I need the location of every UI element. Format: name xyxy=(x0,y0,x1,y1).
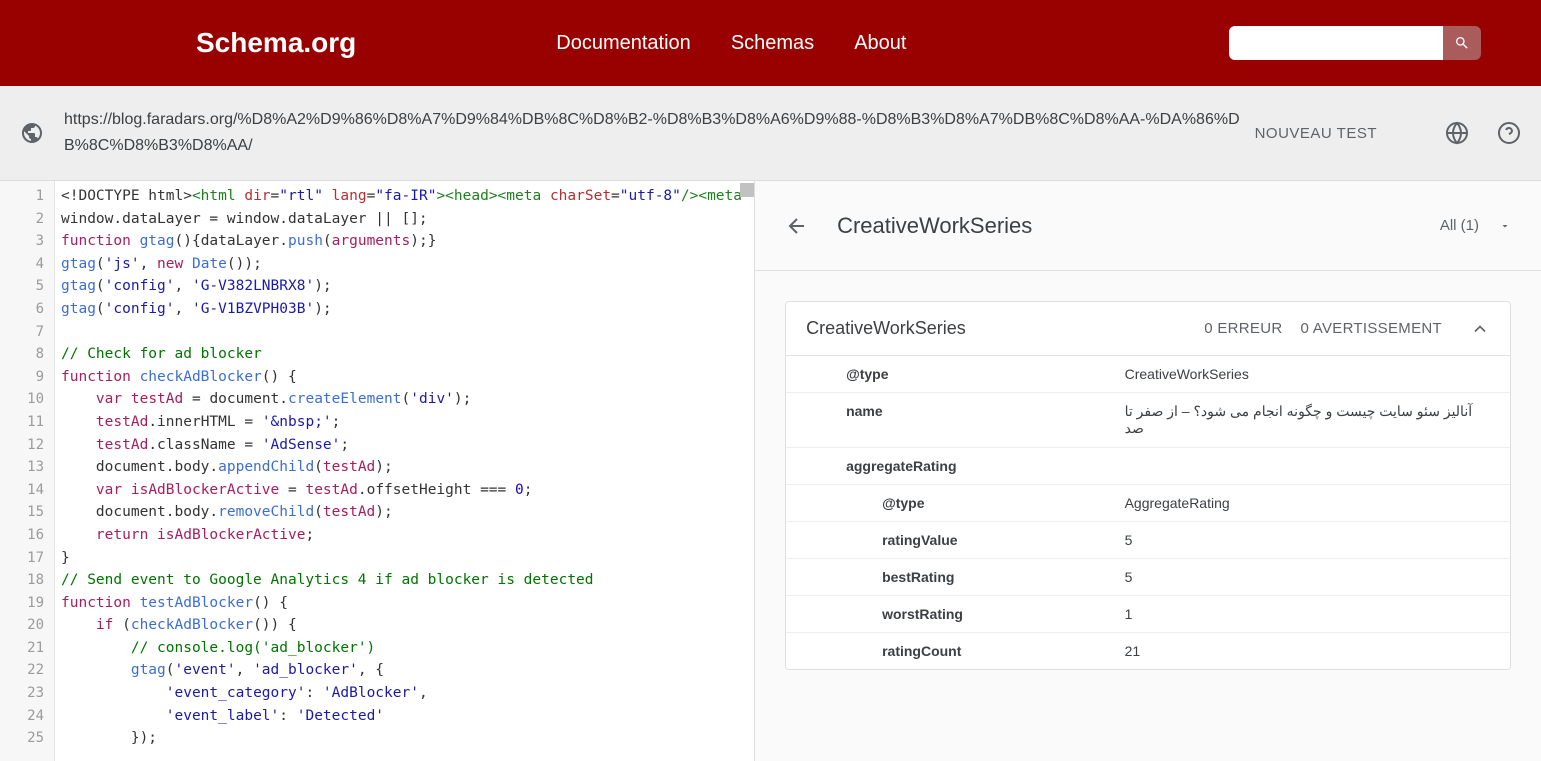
line-number: 12 xyxy=(0,434,54,457)
line-number: 1 xyxy=(0,185,54,208)
property-key: name xyxy=(806,403,883,419)
line-number: 2 xyxy=(0,208,54,231)
back-arrow-icon[interactable] xyxy=(785,214,809,238)
search-button[interactable] xyxy=(1443,26,1481,60)
search-input[interactable] xyxy=(1229,26,1443,60)
line-number: 21 xyxy=(0,637,54,660)
scrollbar-thumb[interactable] xyxy=(740,183,754,197)
card-header[interactable]: CreativeWorkSeries 0 ERREUR 0 AVERTISSEM… xyxy=(786,302,1510,356)
result-card: CreativeWorkSeries 0 ERREUR 0 AVERTISSEM… xyxy=(785,301,1511,670)
line-number: 25 xyxy=(0,727,54,750)
line-number: 16 xyxy=(0,524,54,547)
line-number: 13 xyxy=(0,456,54,479)
line-number: 23 xyxy=(0,682,54,705)
line-number: 10 xyxy=(0,388,54,411)
table-row[interactable]: bestRating 5 xyxy=(786,559,1510,596)
property-value xyxy=(1105,448,1510,485)
warning-count: 0 AVERTISSEMENT xyxy=(1300,320,1442,337)
main-nav: Documentation Schemas About xyxy=(556,32,1229,55)
line-number: 14 xyxy=(0,479,54,502)
properties-table: @type CreativeWorkSeries name آنالیز سئو سا… xyxy=(786,356,1510,669)
property-key: aggregateRating xyxy=(806,458,956,474)
table-row[interactable]: @type CreativeWorkSeries xyxy=(786,356,1510,393)
line-number: 4 xyxy=(0,253,54,276)
line-number: 3 xyxy=(0,230,54,253)
line-number: 7 xyxy=(0,321,54,344)
filter-label: All (1) xyxy=(1440,217,1479,234)
chevron-down-icon xyxy=(1499,220,1511,232)
table-row[interactable]: ratingValue 5 xyxy=(786,522,1510,559)
line-number: 24 xyxy=(0,705,54,728)
language-icon[interactable] xyxy=(1445,121,1469,145)
property-key: ratingValue xyxy=(806,532,957,548)
table-row[interactable]: aggregateRating xyxy=(786,448,1510,485)
results-header: CreativeWorkSeries All (1) xyxy=(755,181,1541,271)
line-number: 17 xyxy=(0,547,54,570)
nav-documentation[interactable]: Documentation xyxy=(556,32,691,55)
property-key: @type xyxy=(806,495,924,511)
table-row[interactable]: name آنالیز سئو سایت چیست و چگونه انجام م… xyxy=(786,393,1510,448)
filter-dropdown[interactable]: All (1) xyxy=(1440,217,1511,234)
globe-icon xyxy=(20,121,44,145)
table-row[interactable]: ratingCount 21 xyxy=(786,633,1510,670)
line-number: 11 xyxy=(0,411,54,434)
line-number: 9 xyxy=(0,366,54,389)
help-icon[interactable] xyxy=(1497,121,1521,145)
table-row[interactable]: @type AggregateRating xyxy=(786,485,1510,522)
property-key: bestRating xyxy=(806,569,954,585)
property-value: 21 xyxy=(1105,633,1510,670)
card-title: CreativeWorkSeries xyxy=(806,318,1186,339)
property-value: 5 xyxy=(1105,559,1510,596)
property-value: 1 xyxy=(1105,596,1510,633)
line-number: 6 xyxy=(0,298,54,321)
property-key: @type xyxy=(806,366,888,382)
chevron-up-icon[interactable] xyxy=(1470,319,1490,339)
search-icon xyxy=(1454,35,1470,51)
search-box xyxy=(1229,26,1481,60)
main-content: 1234567891011121314151617181920212223242… xyxy=(0,181,1541,761)
nav-schemas[interactable]: Schemas xyxy=(731,32,814,55)
line-gutter: 1234567891011121314151617181920212223242… xyxy=(0,181,55,761)
property-key: ratingCount xyxy=(806,643,961,659)
property-value: 5 xyxy=(1105,522,1510,559)
line-number: 19 xyxy=(0,592,54,615)
line-number: 8 xyxy=(0,343,54,366)
line-number: 15 xyxy=(0,501,54,524)
property-value: آنالیز سئو سایت چیست و چگونه انجام می شو… xyxy=(1105,393,1510,448)
error-count: 0 ERREUR xyxy=(1204,320,1282,337)
line-number: 22 xyxy=(0,659,54,682)
logo[interactable]: Schema.org xyxy=(196,27,356,59)
line-number: 5 xyxy=(0,275,54,298)
nav-about[interactable]: About xyxy=(854,32,906,55)
site-header: Schema.org Documentation Schemas About xyxy=(0,0,1541,86)
results-body: CreativeWorkSeries 0 ERREUR 0 AVERTISSEM… xyxy=(755,271,1541,670)
results-panel: CreativeWorkSeries All (1) CreativeWorkS… xyxy=(755,181,1541,761)
new-test-button[interactable]: NOUVEAU TEST xyxy=(1255,125,1377,142)
property-value: AggregateRating xyxy=(1105,485,1510,522)
table-row[interactable]: worstRating 1 xyxy=(786,596,1510,633)
toolbar: https://blog.faradars.org/%D8%A2%D9%86%D… xyxy=(0,86,1541,181)
property-key: worstRating xyxy=(806,606,963,622)
code-editor[interactable]: <!DOCTYPE html><html dir="rtl" lang="fa-… xyxy=(55,181,754,761)
line-number: 18 xyxy=(0,569,54,592)
property-value: CreativeWorkSeries xyxy=(1105,356,1510,393)
results-title: CreativeWorkSeries xyxy=(837,213,1440,239)
tested-url: https://blog.faradars.org/%D8%A2%D9%86%D… xyxy=(64,107,1255,158)
code-panel: 1234567891011121314151617181920212223242… xyxy=(0,181,755,761)
line-number: 20 xyxy=(0,614,54,637)
